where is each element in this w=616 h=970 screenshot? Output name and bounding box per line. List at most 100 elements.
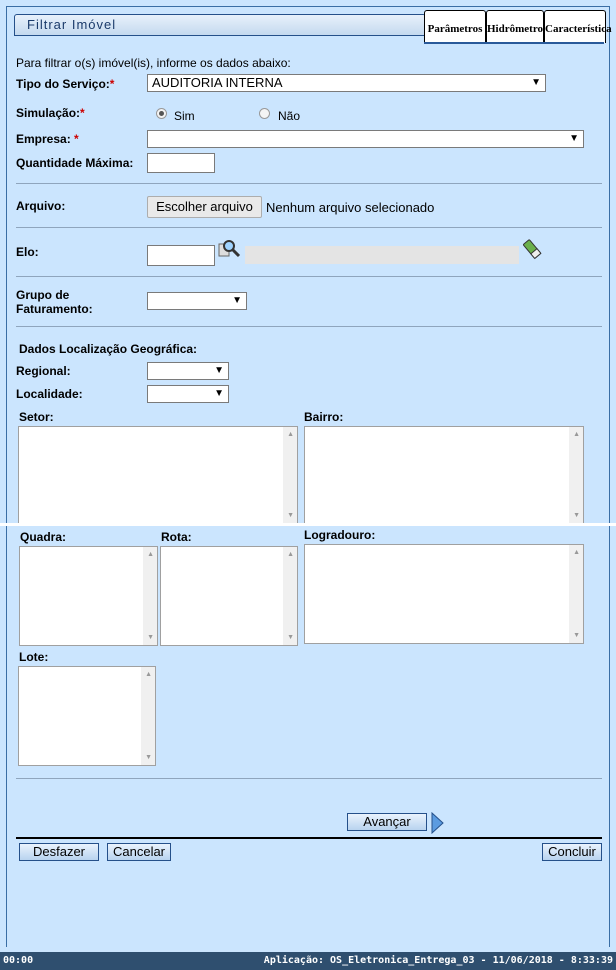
form-intro: Para filtrar o(s) imóvel(is), informe os… [16, 56, 291, 70]
bairro-label: Bairro: [304, 410, 344, 424]
scroll-down-icon: ▼ [287, 512, 294, 519]
tab-label: Característica [545, 23, 612, 35]
choose-file-label: Escolher arquivo [156, 199, 253, 214]
logradouro-label: Logradouro: [304, 528, 376, 542]
scroll-down-icon: ▼ [147, 634, 154, 641]
buttons-divider [16, 837, 602, 839]
setor-listbox[interactable]: ▲ ▼ [18, 426, 298, 524]
desfazer-label: Desfazer [32, 844, 86, 859]
scrollbar[interactable]: ▲ ▼ [283, 427, 297, 523]
desfazer-button[interactable]: Desfazer [19, 843, 99, 861]
logradouro-listbox[interactable]: ▲ ▼ [304, 544, 584, 644]
tipo-servico-select[interactable]: AUDITORIA INTERNA ▼ [147, 74, 546, 92]
empresa-label: Empresa: * [16, 132, 79, 146]
scroll-up-icon: ▲ [147, 551, 154, 558]
divider [16, 778, 602, 779]
page-break-line [0, 523, 616, 526]
status-time: 00:00 [3, 955, 34, 966]
page-title-bar: Filtrar Imóvel [14, 14, 426, 36]
page-title: Filtrar Imóvel [27, 17, 117, 32]
quadra-label: Quadra: [20, 530, 67, 544]
scroll-up-icon: ▲ [573, 431, 580, 438]
scroll-down-icon: ▼ [573, 512, 580, 519]
arquivo-label: Arquivo: [16, 199, 66, 213]
grupo-label-line2: Faturamento: [16, 302, 93, 316]
file-status: Nenhum arquivo selecionado [266, 200, 435, 215]
geo-section-title: Dados Localização Geográfica: [19, 342, 198, 356]
setor-label: Setor: [19, 410, 54, 424]
simulacao-nao-radio[interactable] [259, 108, 270, 119]
elo-input[interactable] [147, 245, 215, 266]
grupo-faturamento-select[interactable]: ▼ [147, 292, 247, 310]
chevron-down-icon: ▼ [214, 388, 224, 399]
tab-hidrometro[interactable]: Hidrômetro [486, 10, 544, 43]
simulacao-label-text: Simulação: [16, 106, 81, 120]
search-icon[interactable] [218, 238, 242, 260]
quantidade-input[interactable] [147, 153, 215, 173]
scrollbar[interactable]: ▲ ▼ [141, 667, 155, 765]
status-bar: 00:00 Aplicação: OS_Eletronica_Entrega_0… [0, 952, 616, 970]
tab-label: Hidrômetro [487, 23, 544, 35]
tab-underline [424, 42, 604, 44]
tab-label: Parâmetros [427, 23, 483, 35]
elo-description-field [245, 246, 519, 264]
empresa-select[interactable]: ▼ [147, 130, 584, 148]
scroll-down-icon: ▼ [145, 754, 152, 761]
divider [16, 276, 602, 277]
bairro-listbox[interactable]: ▲ ▼ [304, 426, 584, 524]
tab-caracteristica[interactable]: Característica [544, 10, 612, 43]
tipo-servico-label: Tipo do Serviço:* [16, 77, 114, 91]
scrollbar[interactable]: ▲ ▼ [283, 547, 297, 645]
scroll-up-icon: ▲ [573, 549, 580, 556]
scroll-up-icon: ▲ [287, 431, 294, 438]
rota-label: Rota: [161, 530, 192, 544]
scroll-down-icon: ▼ [287, 634, 294, 641]
localidade-select[interactable]: ▼ [147, 385, 229, 403]
cancelar-button[interactable]: Cancelar [107, 843, 171, 861]
divider [16, 227, 602, 228]
divider [16, 183, 602, 184]
required-mark: * [109, 77, 115, 91]
chevron-down-icon: ▼ [232, 295, 242, 306]
regional-label: Regional: [16, 364, 71, 378]
cancelar-label: Cancelar [112, 844, 166, 859]
grupo-label-line1: Grupo de [16, 288, 70, 302]
chevron-down-icon: ▼ [569, 133, 579, 144]
scrollbar[interactable]: ▲ ▼ [143, 547, 157, 645]
scrollbar[interactable]: ▲ ▼ [569, 427, 583, 523]
simulacao-label: Simulação:* [16, 106, 85, 120]
avancar-label: Avançar [363, 814, 411, 829]
concluir-button[interactable]: Concluir [542, 843, 602, 861]
lote-listbox[interactable]: ▲ ▼ [18, 666, 156, 766]
tab-parametros[interactable]: Parâmetros [424, 10, 486, 43]
elo-label: Elo: [16, 245, 39, 259]
tipo-servico-value: AUDITORIA INTERNA [152, 75, 283, 90]
status-app-info: Aplicação: OS_Eletronica_Entrega_03 - 11… [263, 955, 613, 966]
regional-select[interactable]: ▼ [147, 362, 229, 380]
eraser-icon[interactable] [522, 238, 542, 260]
quantidade-label: Quantidade Máxima: [16, 156, 134, 170]
required-mark: * [74, 132, 79, 146]
tipo-servico-label-text: Tipo do Serviço: [16, 77, 110, 91]
concluir-label: Concluir [548, 844, 596, 859]
lote-label: Lote: [19, 650, 49, 664]
scroll-up-icon: ▲ [145, 671, 152, 678]
required-mark: * [80, 106, 85, 120]
grupo-faturamento-label: Grupo de Faturamento: [16, 288, 93, 316]
scroll-down-icon: ▼ [573, 632, 580, 639]
choose-file-button[interactable]: Escolher arquivo [147, 196, 262, 218]
empresa-label-text: Empresa: [16, 132, 71, 146]
avancar-button[interactable]: Avançar [347, 813, 427, 831]
next-arrow-icon[interactable] [430, 811, 444, 835]
divider [16, 326, 602, 327]
chevron-down-icon: ▼ [531, 77, 541, 88]
simulacao-sim-label: Sim [174, 109, 195, 123]
quadra-listbox[interactable]: ▲ ▼ [19, 546, 158, 646]
simulacao-sim-radio[interactable] [156, 108, 167, 119]
rota-listbox[interactable]: ▲ ▼ [160, 546, 298, 646]
scrollbar[interactable]: ▲ ▼ [569, 545, 583, 643]
scroll-up-icon: ▲ [287, 551, 294, 558]
localidade-label: Localidade: [16, 387, 83, 401]
chevron-down-icon: ▼ [214, 365, 224, 376]
simulacao-nao-label: Não [278, 109, 301, 123]
